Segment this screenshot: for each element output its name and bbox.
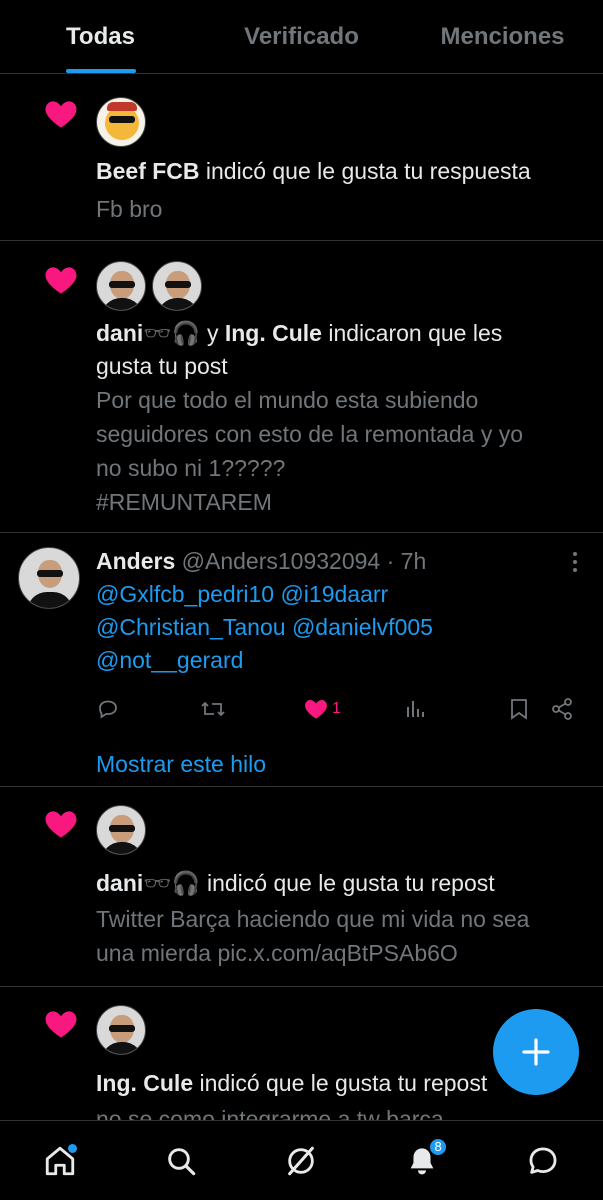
avatar[interactable]	[96, 97, 146, 147]
notification-preview: no se como integrarme a tw barca	[96, 1106, 444, 1120]
avatar[interactable]	[96, 805, 146, 855]
notification-like[interactable]: dani🕶️🎧 indicó que le gusta tu repost Tw…	[0, 787, 603, 987]
active-tab-indicator	[65, 69, 136, 73]
notification-action: indicó que le gusta tu repost	[199, 1070, 488, 1096]
post-actions: 1	[96, 689, 583, 729]
nav-notifications[interactable]: 8	[392, 1131, 452, 1191]
post-body-line: @Christian_Tanou @danielvf005	[96, 611, 583, 644]
actor-avatars	[96, 261, 583, 311]
nav-grok[interactable]	[271, 1131, 331, 1191]
tab-menciones[interactable]: Menciones	[402, 0, 603, 73]
grok-icon	[288, 1146, 315, 1175]
notification-action: indicó que le gusta tu repost	[206, 870, 495, 896]
search-icon	[168, 1147, 196, 1175]
like-button[interactable]: 1	[304, 697, 341, 721]
tab-menciones-label: Menciones	[440, 22, 565, 50]
compose-button[interactable]	[493, 1009, 579, 1095]
messages-icon	[529, 1147, 557, 1174]
heart-icon	[45, 1011, 77, 1038]
notification-text: dani🕶️🎧 y Ing. Cule indicaron que les	[96, 317, 583, 350]
notification-preview-line: Por que todo el mundo esta subiendo	[96, 387, 479, 413]
views-button[interactable]	[404, 697, 428, 721]
bookmark-button[interactable]	[508, 697, 530, 721]
nav-search[interactable]	[151, 1131, 211, 1191]
tab-todas-label: Todas	[66, 22, 135, 50]
notification-preview-line: #REMUNTAREM	[96, 489, 272, 515]
actor-name[interactable]: Ing. Cule	[96, 1070, 193, 1096]
repost-button[interactable]	[200, 697, 226, 721]
notification-action: indicaron que les	[328, 320, 503, 346]
share-button[interactable]	[550, 697, 574, 721]
notification-action: indicó que le gusta tu respuesta	[205, 158, 531, 184]
post-author-name[interactable]: Anders	[96, 548, 175, 574]
notification-preview-line: Twitter Barça haciendo que mi vida no se…	[96, 906, 530, 932]
post-body-line: @not__gerard	[96, 644, 583, 677]
new-content-dot	[68, 1143, 78, 1153]
nav-home[interactable]	[30, 1131, 90, 1191]
tab-todas[interactable]: Todas	[0, 0, 201, 73]
actor-avatars	[96, 805, 583, 855]
notification-like[interactable]: dani🕶️🎧 y Ing. Cule indicaron que les gu…	[0, 241, 603, 533]
heart-icon	[45, 101, 77, 128]
heart-icon	[305, 700, 327, 719]
nav-messages[interactable]	[513, 1131, 573, 1191]
post-separator: ·	[386, 548, 395, 574]
bookmark-icon	[511, 699, 527, 720]
plus-icon	[522, 1038, 550, 1066]
reply-icon	[99, 700, 117, 719]
post-body-line: @Gxlfcb_pedri10 @i19daarr	[96, 578, 583, 611]
post-avatar[interactable]	[18, 547, 80, 609]
notifications-badge: 8	[428, 1136, 449, 1157]
actor-name[interactable]: dani🕶️🎧	[96, 320, 201, 346]
share-icon	[552, 698, 572, 720]
avatar[interactable]	[18, 547, 80, 609]
like-count: 1	[332, 700, 341, 717]
notification-action-cont: gusta tu post	[96, 353, 228, 379]
notification-text: Beef FCB indicó que le gusta tu respuest…	[96, 155, 583, 188]
actor-name[interactable]: Ing. Cule	[225, 320, 322, 346]
notification-preview-line: una mierda pic.x.com/aqBtPSAb6O	[96, 940, 458, 966]
mention-link[interactable]: @not__gerard	[96, 647, 243, 673]
avatar[interactable]	[96, 261, 146, 311]
actor-avatars	[96, 97, 583, 147]
mention-link[interactable]: @Gxlfcb_pedri10	[96, 581, 274, 607]
notification-text: dani🕶️🎧 indicó que le gusta tu repost	[96, 867, 583, 900]
bottom-navigation: 8	[0, 1120, 603, 1200]
heart-icon	[45, 811, 77, 838]
avatar[interactable]	[152, 261, 202, 311]
notifications-feed: Beef FCB indicó que le gusta tu respuest…	[0, 75, 603, 1120]
heart-icon	[45, 267, 77, 294]
notifications-tabs: Todas Verificado Menciones	[0, 0, 603, 74]
post[interactable]: Anders @Anders10932094 · 7h @Gxlfcb_pedr…	[0, 533, 603, 787]
tab-verificado[interactable]: Verificado	[201, 0, 402, 73]
post-author-handle[interactable]: @Anders10932094	[182, 548, 381, 574]
notification-like[interactable]: Beef FCB indicó que le gusta tu respuest…	[0, 75, 603, 241]
notification-joiner: y	[206, 320, 219, 346]
post-time[interactable]: 7h	[401, 548, 427, 574]
mention-link[interactable]: @i19daarr	[280, 581, 388, 607]
views-icon	[407, 701, 424, 717]
avatar[interactable]	[96, 1005, 146, 1055]
repost-icon	[201, 701, 225, 717]
notification-preview-line: seguidores con esto de la remontada y yo	[96, 421, 524, 447]
actor-name[interactable]: Beef FCB	[96, 158, 200, 184]
more-options-icon[interactable]	[571, 551, 579, 573]
reply-button[interactable]	[96, 697, 120, 721]
notification-preview: Fb bro	[96, 196, 163, 222]
post-header: Anders @Anders10932094 · 7h	[96, 545, 583, 578]
actor-name[interactable]: dani🕶️🎧	[96, 870, 201, 896]
tab-verificado-label: Verificado	[244, 22, 359, 50]
mention-link[interactable]: @danielvf005	[292, 614, 433, 640]
mention-link[interactable]: @Christian_Tanou	[96, 614, 286, 640]
notification-preview-line: no subo ni 1?????	[96, 455, 286, 481]
